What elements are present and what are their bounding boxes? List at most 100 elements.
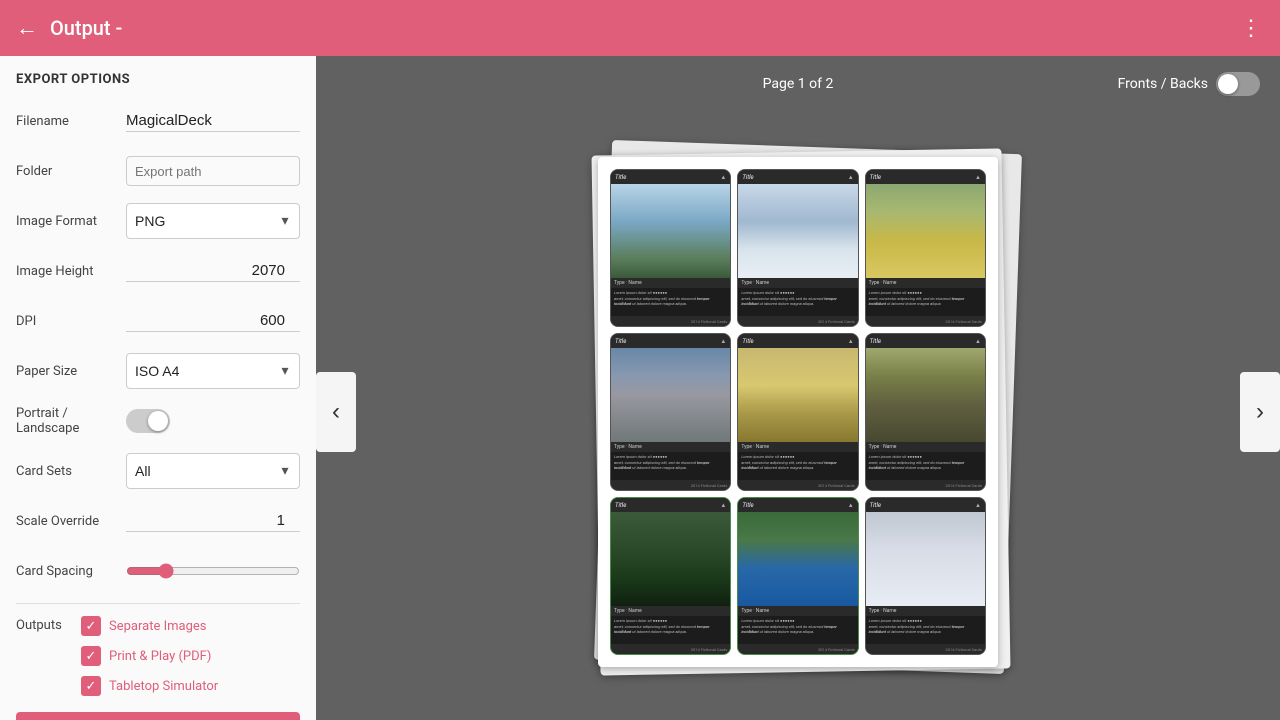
folder-label: Folder — [16, 164, 126, 179]
output-tabletop-sim[interactable]: ✓ Tabletop Simulator — [81, 676, 218, 696]
topbar-left: ← Output - — [16, 15, 122, 41]
page-indicator: Page 1 of 2 — [644, 76, 952, 92]
card-footer: 2014 Fictional Cards — [738, 644, 857, 654]
card-image-inner — [866, 348, 985, 442]
fronts-backs-toggle[interactable] — [1216, 72, 1260, 96]
card-image-inner — [738, 184, 857, 278]
fronts-backs-wrap: Fronts / Backs — [952, 72, 1260, 96]
card-header: Title ▲ — [611, 498, 730, 512]
card-image — [611, 348, 730, 442]
card-sets-row: Card Sets All Set 1 Set 2 ▾ — [16, 453, 300, 489]
card-text-box: Lorem ipsum dolor sit ●●●●●●amet, consec… — [611, 616, 730, 644]
filename-row: Filename — [16, 103, 300, 139]
outputs-checks: ✓ Separate Images ✓ Print & Play (PDF) ✓… — [81, 616, 218, 696]
back-button[interactable]: ← — [16, 15, 38, 41]
card-image-inner — [611, 348, 730, 442]
card-footer: 2014 Fictional Cards — [611, 480, 730, 490]
fronts-backs-thumb — [1218, 74, 1238, 94]
card-sets-select[interactable]: All Set 1 Set 2 — [127, 463, 271, 479]
card-spacing-slider[interactable] — [126, 563, 300, 579]
card-image — [611, 512, 730, 606]
card-mana: ▲ — [975, 174, 981, 181]
separate-images-label: Separate Images — [109, 619, 207, 634]
folder-row: Folder — [16, 153, 300, 189]
card-type-bar: Type · Name — [738, 278, 857, 288]
card-title: Title — [870, 174, 881, 181]
nav-left-button[interactable]: ‹ — [316, 372, 356, 452]
card-text-box: Lorem ipsum dolor sit ●●●●●●amet, consec… — [738, 452, 857, 480]
card-item: Title ▲ Type · Name Lorem ipsum dolor si… — [737, 169, 858, 327]
tabletop-sim-label: Tabletop Simulator — [109, 679, 218, 694]
card-item: Title ▲ Type · Name Lorem ipsum dolor si… — [610, 169, 731, 327]
scale-override-label: Scale Override — [16, 514, 126, 529]
main-top: Page 1 of 2 Fronts / Backs — [316, 56, 1280, 104]
image-height-value-wrap — [126, 260, 300, 282]
paper-size-row: Paper Size ISO A4 Letter A3 ▾ — [16, 353, 300, 389]
output-print-play[interactable]: ✓ Print & Play (PDF) — [81, 646, 218, 666]
card-image-inner — [611, 512, 730, 606]
image-format-select[interactable]: PNG JPG BMP — [127, 213, 271, 229]
card-mana: ▲ — [720, 338, 726, 345]
separate-images-checkbox: ✓ — [81, 616, 101, 636]
tabletop-sim-checkbox: ✓ — [81, 676, 101, 696]
filename-label: Filename — [16, 114, 126, 129]
scale-override-input[interactable] — [126, 510, 300, 532]
card-image-inner — [738, 512, 857, 606]
menu-button[interactable]: ⋮ — [1240, 15, 1264, 41]
print-play-checkbox: ✓ — [81, 646, 101, 666]
card-image-inner — [611, 184, 730, 278]
card-type-bar: Type · Name — [611, 278, 730, 288]
card-sets-label: Card Sets — [16, 464, 126, 479]
card-item: Title ▲ Type · Name Lorem ipsum dolor si… — [865, 169, 986, 327]
card-text-box: Lorem ipsum dolor sit ●●●●●●amet, consec… — [611, 452, 730, 480]
card-title: Title — [742, 174, 753, 181]
paper-size-arrow-icon: ▾ — [271, 363, 299, 379]
card-image-inner — [866, 512, 985, 606]
output-separate-images[interactable]: ✓ Separate Images — [81, 616, 218, 636]
card-footer: 2014 Fictional Cards — [738, 480, 857, 490]
image-format-label: Image Format — [16, 214, 126, 229]
card-image-inner — [738, 348, 857, 442]
card-text-line: Lorem ipsum dolor sit ●●●●●●amet, consec… — [741, 454, 854, 471]
card-image — [866, 348, 985, 442]
card-image — [738, 512, 857, 606]
card-type-bar: Type · Name — [611, 606, 730, 616]
export-button[interactable]: Export — [16, 712, 300, 720]
card-footer: 2014 Fictional Cards — [611, 316, 730, 326]
dpi-row: DPI — [16, 303, 300, 339]
card-footer: 2014 Fictional Cards — [611, 644, 730, 654]
portrait-landscape-label: Portrait / Landscape — [16, 406, 126, 436]
card-mana: ▲ — [848, 502, 854, 509]
card-image-inner — [866, 184, 985, 278]
card-item: Title ▲ Type · Name Lorem ipsum dolor si… — [610, 333, 731, 491]
card-image — [611, 184, 730, 278]
outputs-row: Outputs ✓ Separate Images ✓ Print & Play… — [16, 616, 300, 696]
card-text-line: Lorem ipsum dolor sit ●●●●●●amet, consec… — [614, 618, 727, 635]
card-type-bar: Type · Name — [866, 442, 985, 452]
card-mana: ▲ — [848, 174, 854, 181]
card-header: Title ▲ — [866, 334, 985, 348]
scale-override-row: Scale Override — [16, 503, 300, 539]
nav-right-button[interactable]: › — [1240, 372, 1280, 452]
card-item: Title ▲ Type · Name Lorem ipsum dolor si… — [865, 333, 986, 491]
card-text-line: Lorem ipsum dolor sit ●●●●●●amet, consec… — [869, 618, 982, 635]
filename-input[interactable] — [126, 110, 300, 132]
card-spacing-row: Card Spacing — [16, 553, 300, 589]
dpi-input[interactable] — [126, 310, 300, 332]
card-header: Title ▲ — [866, 170, 985, 184]
paper-size-select[interactable]: ISO A4 Letter A3 — [127, 363, 271, 379]
card-type-bar: Type · Name — [611, 442, 730, 452]
portrait-landscape-toggle[interactable] — [126, 409, 170, 433]
folder-input[interactable] — [127, 160, 300, 183]
card-header: Title ▲ — [866, 498, 985, 512]
card-title: Title — [870, 502, 881, 509]
paper-size-dropdown: ISO A4 Letter A3 ▾ — [126, 353, 300, 389]
image-height-input[interactable] — [126, 260, 300, 282]
card-type-bar: Type · Name — [866, 278, 985, 288]
fronts-backs-label: Fronts / Backs — [1118, 76, 1208, 92]
card-image — [866, 184, 985, 278]
page-sheet-main: Title ▲ Type · Name Lorem ipsum dolor si… — [598, 157, 998, 667]
left-panel: EXPORT OPTIONS Filename Folder Image For… — [0, 56, 316, 720]
card-title: Title — [742, 502, 753, 509]
card-text-line: Lorem ipsum dolor sit ●●●●●●amet, consec… — [614, 454, 727, 471]
